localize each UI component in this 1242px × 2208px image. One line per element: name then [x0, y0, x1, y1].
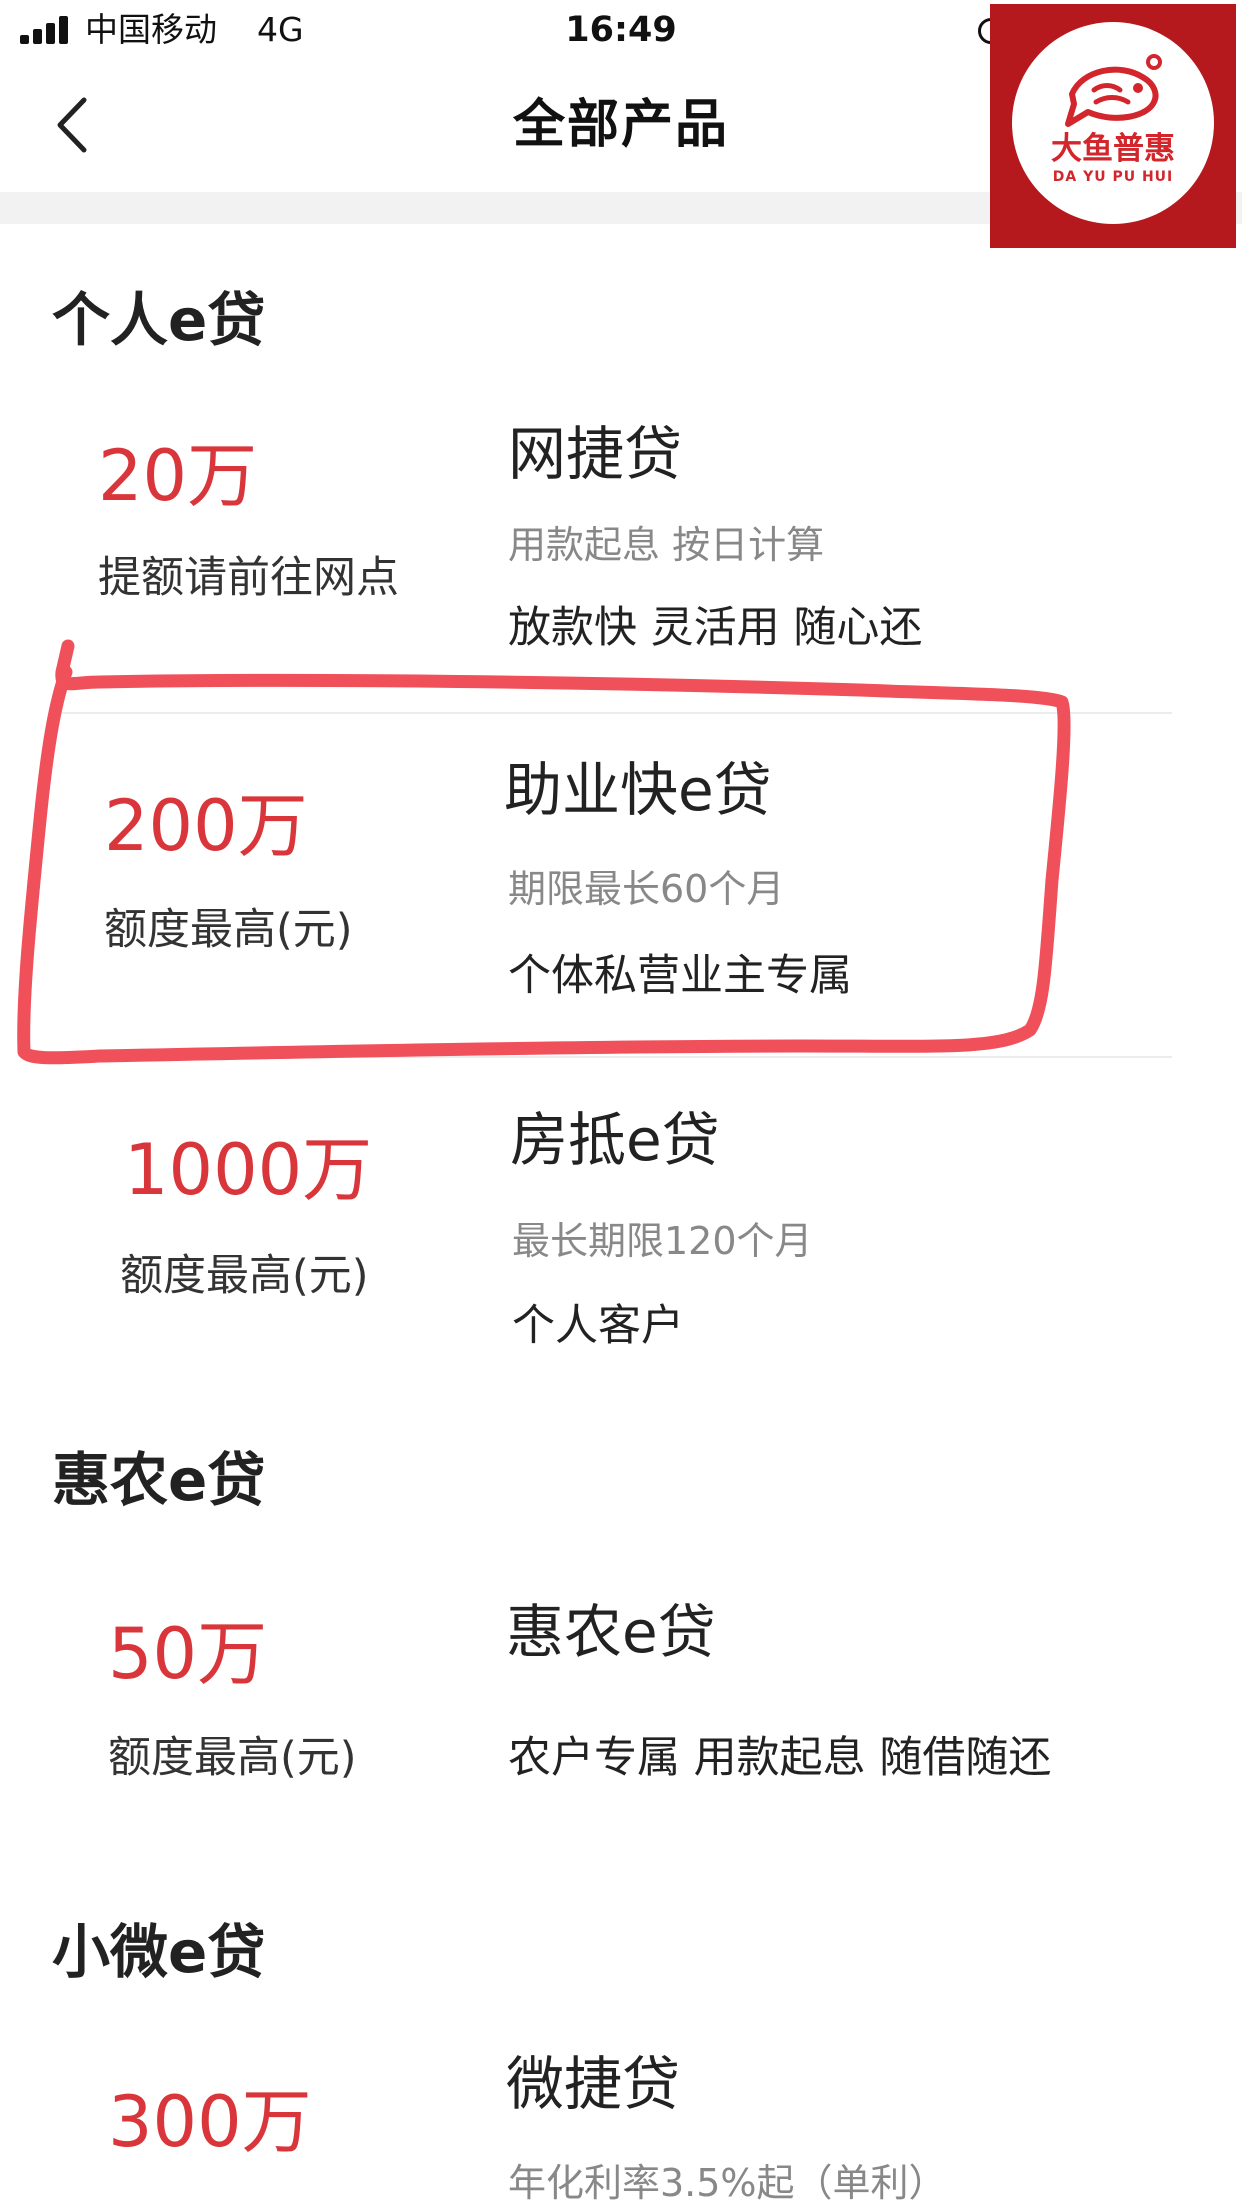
product-amount: 300万: [108, 2081, 312, 2163]
product-amount-label: 额度最高(元): [108, 1733, 357, 1783]
product-row-fangdiedai[interactable]: 1000万 额度最高(元) 房抵e贷 最长期限120个月 个人客户: [0, 1058, 1242, 1388]
section-title-huinong: 惠农e贷: [52, 1446, 266, 1514]
brand-subtitle: DA YU PU HUI: [1052, 169, 1174, 185]
product-name: 助业快e贷: [504, 756, 772, 824]
product-name: 房抵e贷: [510, 1106, 720, 1174]
section-title-xiaowei: 小微e贷: [52, 1918, 266, 1986]
product-tags: 农户专属 用款起息 随借随还: [508, 1733, 1052, 1783]
brand-logo: 大鱼普惠 DA YU PU HUI: [990, 4, 1236, 248]
product-name: 微捷贷: [506, 2050, 681, 2118]
section-title-personal: 个人e贷: [52, 286, 266, 354]
product-amount: 200万: [104, 785, 308, 867]
product-amount-label: 额度最高(元): [120, 1251, 369, 1301]
product-amount-label: 额度最高(元): [104, 905, 353, 955]
product-name: 网捷贷: [508, 420, 683, 488]
product-amount: 20万: [98, 435, 258, 517]
product-row-wangjiedai[interactable]: 20万 提额请前往网点 网捷贷 用款起息 按日计算 放款快 灵活用 随心还: [0, 400, 1242, 710]
product-amount: 50万: [108, 1613, 268, 1695]
product-row-huinongedai[interactable]: 50万 额度最高(元) 惠农e贷 农户专属 用款起息 随借随还: [0, 1580, 1242, 1840]
brand-name: 大鱼普惠: [1051, 131, 1175, 167]
product-description: 用款起息 按日计算: [508, 523, 825, 567]
product-description: 最长期限120个月: [512, 1219, 813, 1263]
product-tags: 个体私营业主专属: [508, 951, 852, 1001]
product-description: 期限最长60个月: [508, 867, 785, 911]
product-tags: 放款快 灵活用 随心还: [508, 603, 923, 653]
product-amount: 1000万: [124, 1129, 373, 1211]
product-row-weijiedai[interactable]: 300万 微捷贷 年化利率3.5%起（单利）: [0, 2030, 1242, 2208]
fish-icon: [1065, 54, 1162, 127]
product-name: 惠农e贷: [506, 1598, 716, 1666]
product-tags: 个人客户: [512, 1301, 684, 1351]
product-row-zhuyekuaiedai[interactable]: 200万 额度最高(元) 助业快e贷 期限最长60个月 个体私营业主专属: [0, 714, 1242, 1054]
product-description: 年化利率3.5%起（单利）: [508, 2161, 947, 2205]
product-amount-label: 提额请前往网点: [98, 553, 399, 603]
